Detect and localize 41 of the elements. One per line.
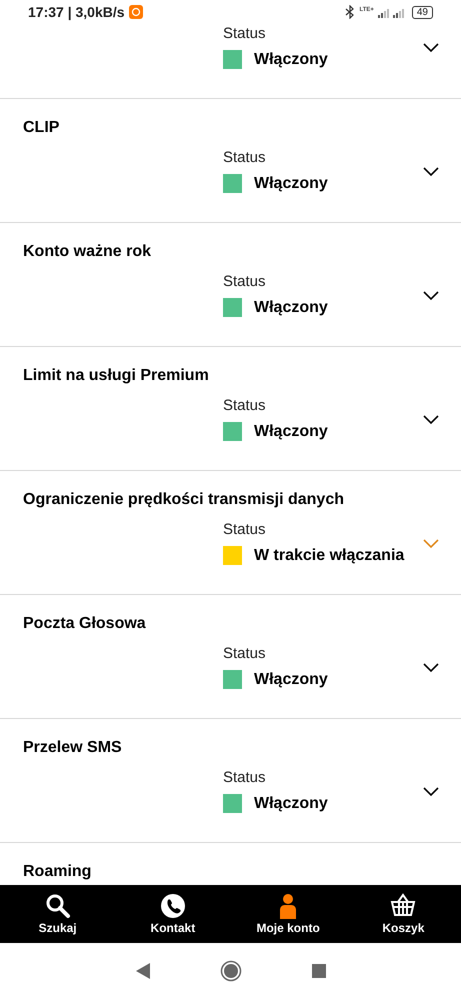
basket-icon xyxy=(390,893,416,919)
service-title: CLIP xyxy=(23,118,60,138)
battery-level: 49 xyxy=(412,6,433,18)
back-icon[interactable] xyxy=(136,963,150,979)
status-value: Włączony xyxy=(254,174,328,192)
status-value: Włączony xyxy=(254,670,328,688)
service-title: Poczta Głosowa xyxy=(23,614,147,634)
nav-tab[interactable]: Moje konto xyxy=(238,889,338,939)
status-value: Włączony xyxy=(254,50,328,68)
status-label: Status xyxy=(223,644,267,664)
chevron-down-icon[interactable] xyxy=(423,663,439,673)
status-label: Status xyxy=(223,24,267,44)
status-value: W trakcie włączania xyxy=(254,546,404,564)
chevron-down-icon[interactable] xyxy=(423,415,439,425)
nav-tab[interactable]: Kontakt xyxy=(122,889,223,939)
status-label: Status xyxy=(223,148,267,168)
app-notification-icon xyxy=(128,5,143,19)
service-title: Limit na usługi Premium xyxy=(23,366,210,386)
status-label: Status xyxy=(223,272,267,292)
chevron-down-icon[interactable] xyxy=(423,167,439,177)
status-label: Status xyxy=(223,396,267,416)
status-value: Włączony xyxy=(254,298,328,316)
nav-tab[interactable]: Koszyk xyxy=(353,889,454,939)
phone-icon xyxy=(160,893,186,919)
status-value: Włączony xyxy=(254,422,328,440)
bluetooth-icon xyxy=(345,5,356,19)
nav-tab[interactable]: Szukaj xyxy=(8,889,108,939)
status-value: Włączony xyxy=(254,794,328,812)
chevron-down-icon[interactable] xyxy=(423,291,439,301)
chevron-down-icon[interactable] xyxy=(423,787,439,797)
home-icon[interactable] xyxy=(220,960,242,982)
status-time: 17:37 | 3,0kB/s xyxy=(28,4,125,20)
service-title: Przelew SMS xyxy=(23,738,123,758)
recents-icon[interactable] xyxy=(312,964,326,978)
search-icon xyxy=(44,893,71,919)
status-label: Status xyxy=(223,768,267,788)
chevron-down-icon[interactable] xyxy=(423,43,439,53)
service-title: Roaming xyxy=(23,862,92,882)
status-label: Status xyxy=(223,520,267,540)
service-title: Konto ważne rok xyxy=(23,242,152,262)
service-title: Ograniczenie prędkości transmisji danych xyxy=(23,490,345,510)
